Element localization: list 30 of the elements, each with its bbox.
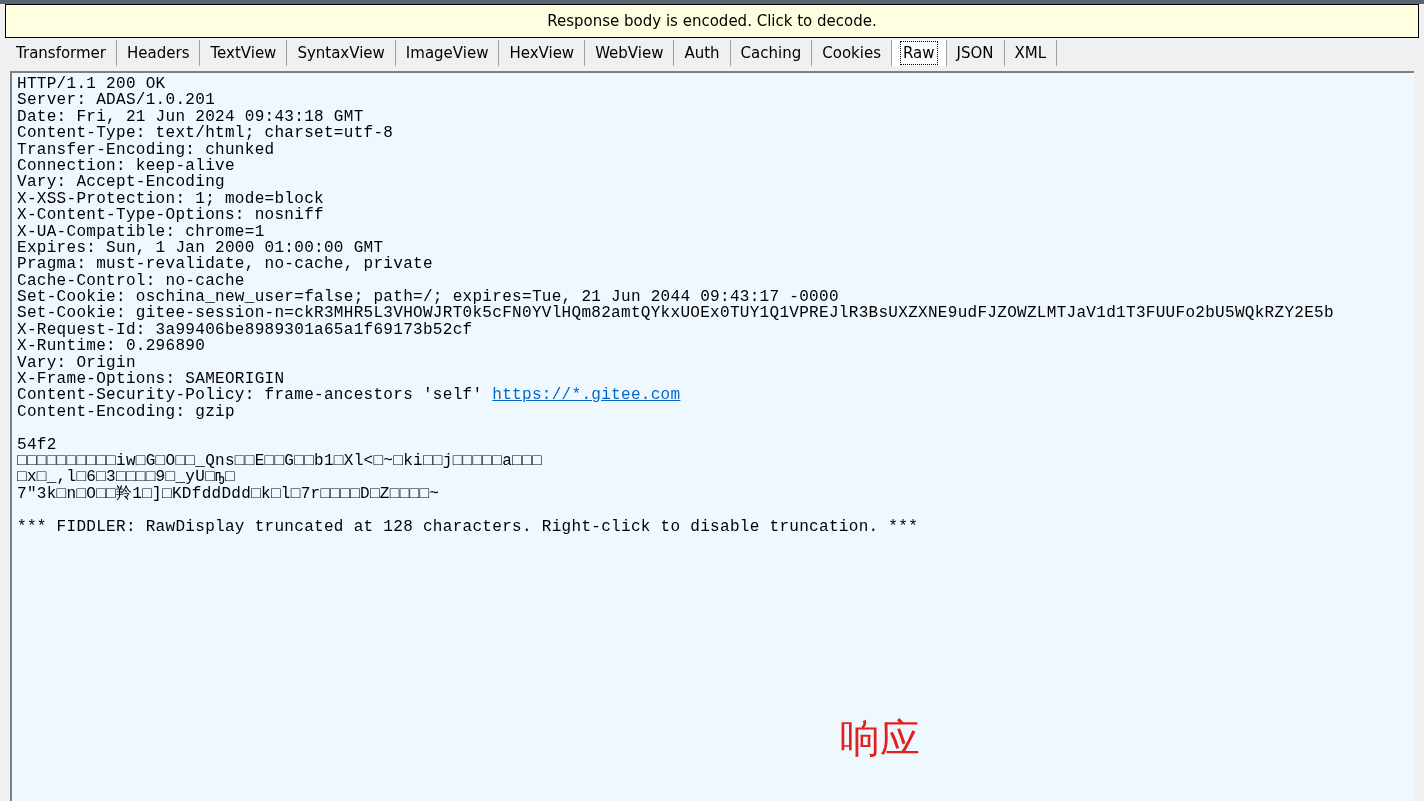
- link[interactable]: https://*.gitee.com: [492, 386, 681, 405]
- response-line: HTTP/1.1 200 OK: [17, 76, 166, 93]
- response-line: Content-Security-Policy: frame-ancestors 'self' https://*.gitee.com: [17, 387, 682, 404]
- response-line: X-Runtime: 0.296890: [17, 338, 207, 355]
- response-line: Date: Fri, 21 Jun 2024 09:43:18 GMT: [17, 108, 364, 126]
- response-line: Vary: Accept-Encoding: [17, 174, 225, 191]
- response-line: X-XSS-Protection: 1; mode=block: [17, 190, 325, 208]
- response-line: Connection: keep-alive: [17, 157, 236, 175]
- annotation-text: 响应: [840, 714, 920, 763]
- notification-bar[interactable]: Response body is encoded. Click to decode.: [5, 4, 1419, 38]
- response-line: X-UA-Compatible: chrome=1: [17, 223, 266, 240]
- response-line: Content-Type: text/html; charset=utf-8: [17, 125, 395, 142]
- response-line: X-Frame-Options: SAMEORIGIN: [17, 371, 285, 388]
- response-line: Content-Encoding: gzip: [17, 403, 236, 421]
- response-line: 7"3k□n□O□□羚1□]□KDfddDdd□k□l□7r□□□□D□Z□□□□~: [17, 485, 441, 503]
- response-line: Set-Cookie: oschina_new_user=false; path=/; expires=Tue, 21 Jun 2044 09:43:17 -0000: [17, 289, 839, 306]
- response-line: *** FIDDLER: RawDisplay truncated at 128 characters. Right-click to disable truncation. ***: [17, 518, 920, 535]
- response-line: □x□_,l□6□3□□□□9□_yU□ҧ□: [17, 469, 235, 486]
- response-line: Vary: Origin: [17, 354, 136, 372]
- response-line: Server: ADAS/1.0.201: [17, 92, 217, 109]
- tab[interactable]: Raw: [891, 40, 947, 66]
- response-line: Set-Cookie: gitee-session-n=ckR3MHR5L3VHOWJRT0k5cFN0YVlHQm82amtQYkxUOEx0TUY1Q1VPREJlR3BsUXZXNE9udFJZOWZLMTJaV1d1T3FUUFo2bU5WQkRZY2E5b: [17, 305, 1335, 322]
- response-line: 54f2: [17, 436, 57, 453]
- response-line: Expires: Sun, 1 Jan 2000 01:00:00 GMT: [17, 239, 384, 257]
- response-line: X-Request-Id: 3a99406be8989301a65a1f69173b52cf: [17, 321, 474, 339]
- response-line: Transfer-Encoding: chunked: [17, 141, 276, 158]
- response-line: Pragma: must-revalidate, no-cache, private: [17, 256, 434, 273]
- response-line: Cache-Control: no-cache: [17, 272, 245, 290]
- response-line: X-Content-Type-Options: nosniff: [17, 207, 325, 224]
- response-line: □□□□□□□□□□iw□G□O□□_Qns□□E□□G□□b1□Xl<□~□ki□□j□□□□□a□□□: [17, 453, 543, 470]
